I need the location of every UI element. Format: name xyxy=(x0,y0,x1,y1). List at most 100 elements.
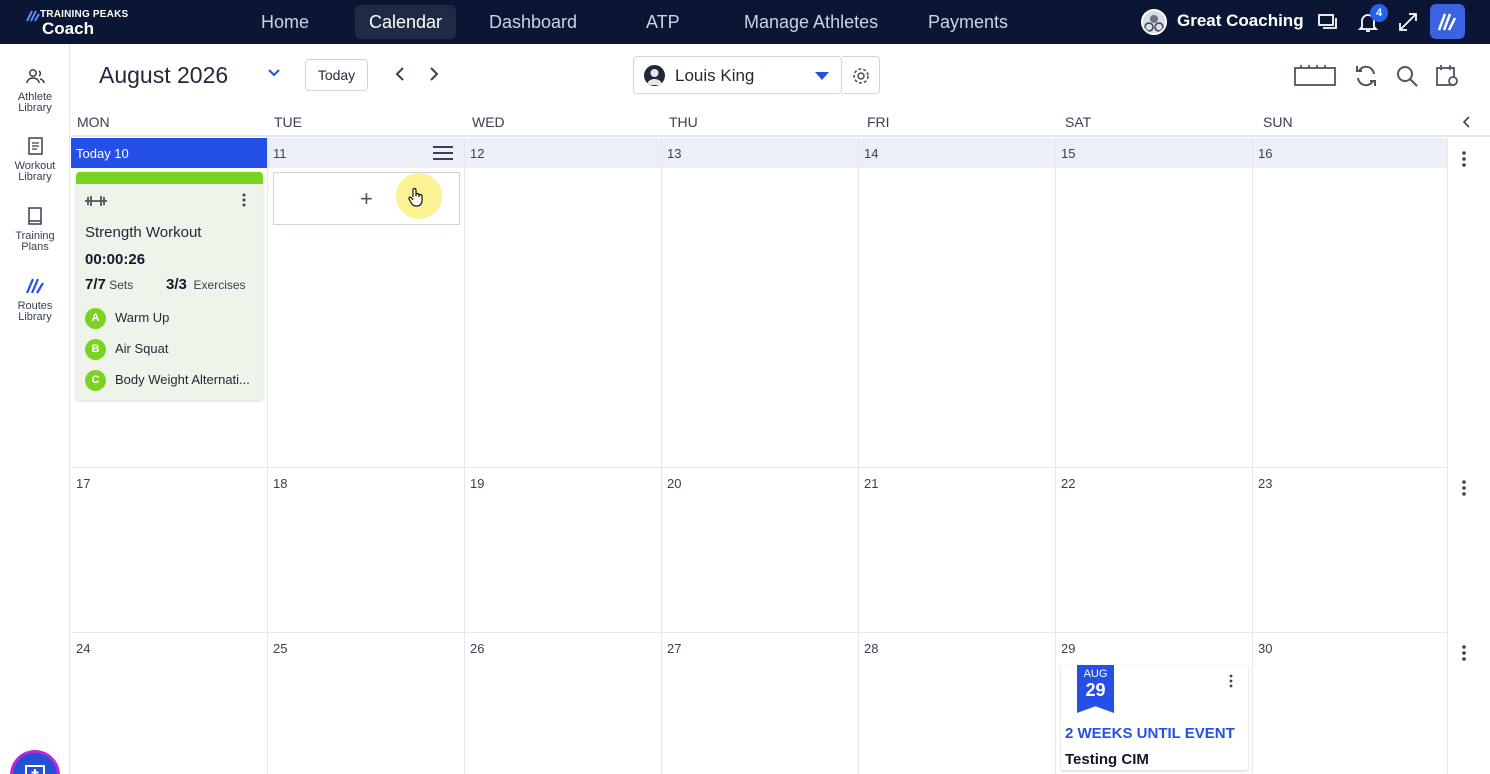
event-name: Testing CIM xyxy=(1065,751,1149,768)
chat-icon xyxy=(25,765,45,774)
sidebar-item-routes-library[interactable]: Routes Library xyxy=(0,275,70,323)
day-number: 22 xyxy=(1061,476,1076,491)
routes-icon xyxy=(25,278,44,294)
sidebar-item-training-plans[interactable]: Training Plans xyxy=(0,205,70,253)
weekday-label: MON xyxy=(77,114,110,130)
trainingpeaks-logo[interactable]: TRAINING PEAKS Coach xyxy=(26,8,146,38)
day-number: 24 xyxy=(76,641,91,656)
workout-duration: 00:00:26 xyxy=(85,251,146,268)
day-cell[interactable]: 28 xyxy=(859,633,1056,774)
day-cell[interactable]: 15 xyxy=(1056,138,1253,467)
event-card[interactable]: AUG 29 2 WEEKS UNTIL EVENT Testing CIM xyxy=(1061,665,1248,770)
next-week-icon[interactable] xyxy=(424,64,444,84)
weekday-label: SUN xyxy=(1263,114,1293,130)
workout-card[interactable]: Strength Workout 00:00:26 7/7 Sets 3/3 E… xyxy=(76,172,263,400)
day-cell[interactable]: 12 xyxy=(465,138,662,467)
day-cell[interactable]: 27 xyxy=(662,633,859,774)
trainingpeaks-mark-icon xyxy=(26,10,40,22)
calendar-week: Today 10 Strength Workout 00:00:26 7/7 S… xyxy=(71,138,1448,468)
coach-account-name[interactable]: Great Coaching xyxy=(1177,11,1304,31)
day-number: 12 xyxy=(470,146,485,161)
sidebar-item-athlete-library[interactable]: Athlete Library xyxy=(0,66,70,114)
chevron-down-icon[interactable] xyxy=(265,64,283,82)
day-number: 11 xyxy=(273,146,287,161)
day-cell[interactable]: 20 xyxy=(662,468,859,632)
strength-dumbbell-icon xyxy=(85,196,107,206)
nav-manage-athletes[interactable]: Manage Athletes xyxy=(730,5,892,39)
exercise-item: A Warm Up xyxy=(85,308,169,329)
day-cell[interactable]: 14 xyxy=(859,138,1056,467)
workout-library-icon xyxy=(28,137,43,155)
nav-atp[interactable]: ATP xyxy=(632,5,694,39)
day-menu-icon[interactable] xyxy=(432,145,454,161)
weekday-label: WED xyxy=(472,114,505,130)
nav-dashboard[interactable]: Dashboard xyxy=(475,5,591,39)
athlete-avatar xyxy=(644,65,665,86)
day-number: 17 xyxy=(76,476,91,491)
day-cell[interactable]: 18 xyxy=(268,468,465,632)
day-number: 18 xyxy=(273,476,288,491)
nav-payments[interactable]: Payments xyxy=(914,5,1022,39)
messages-icon[interactable] xyxy=(1316,10,1340,34)
refresh-icon[interactable] xyxy=(1352,62,1380,90)
day-cell[interactable]: 23 xyxy=(1253,468,1448,632)
week-options-icon[interactable] xyxy=(1454,643,1474,663)
hand-pointer-cursor-icon xyxy=(408,187,423,207)
day-number: 30 xyxy=(1258,641,1273,656)
day-number: 15 xyxy=(1061,146,1076,161)
nav-home[interactable]: Home xyxy=(247,5,323,39)
day-number: 21 xyxy=(864,476,879,491)
more-options-icon[interactable] xyxy=(238,192,250,208)
day-cell[interactable]: 22 xyxy=(1056,468,1253,632)
more-options-icon[interactable] xyxy=(1225,673,1237,689)
weekday-label: TUE xyxy=(274,114,302,130)
weekday-label: FRI xyxy=(867,114,890,130)
collapse-panel-icon[interactable] xyxy=(1459,114,1475,130)
day-cell[interactable]: 11 + xyxy=(268,138,465,467)
day-cell[interactable]: 21 xyxy=(859,468,1056,632)
previous-week-icon[interactable] xyxy=(390,64,410,84)
workout-status-bar xyxy=(76,172,263,184)
calendar-week: 17 18 19 20 21 22 23 xyxy=(71,468,1448,633)
day-number: 19 xyxy=(470,476,485,491)
month-title[interactable]: August 2026 xyxy=(99,62,228,89)
day-cell[interactable]: 25 xyxy=(268,633,465,774)
calendar-settings-icon[interactable] xyxy=(1433,62,1461,90)
day-number: 29 xyxy=(1061,641,1076,656)
day-cell[interactable]: 17 xyxy=(71,468,268,632)
day-cell[interactable]: 13 xyxy=(662,138,859,467)
chat-assistant-button[interactable] xyxy=(13,753,57,774)
athlete-selector[interactable]: Louis King xyxy=(633,56,842,94)
product-name: Coach xyxy=(42,19,94,38)
day-cell[interactable]: 24 xyxy=(71,633,268,774)
week-options-icon[interactable] xyxy=(1454,149,1474,169)
sidebar-item-workout-library[interactable]: Workout Library xyxy=(0,135,70,183)
add-workout-button[interactable]: + xyxy=(273,172,460,225)
today-button[interactable]: Today xyxy=(305,59,368,91)
left-sidebar: Athlete Library Workout Library Training… xyxy=(0,44,70,774)
coach-avatar[interactable] xyxy=(1141,9,1167,35)
day-cell[interactable]: 29 AUG 29 2 WEEKS UNTIL EVENT Testing CI… xyxy=(1056,633,1253,774)
app-switcher-button[interactable] xyxy=(1430,4,1465,39)
week-options-icon[interactable] xyxy=(1454,478,1474,498)
athlete-settings-button[interactable] xyxy=(842,56,880,94)
search-icon[interactable] xyxy=(1393,62,1421,90)
athletes-icon xyxy=(26,69,45,84)
expand-icon[interactable] xyxy=(1396,10,1420,34)
weekday-label: SAT xyxy=(1065,114,1092,130)
calendar-toolbar: August 2026 Today Louis King xyxy=(71,44,1490,110)
trainingpeaks-app-icon xyxy=(1437,13,1457,31)
week-view-icon[interactable] xyxy=(1293,62,1337,90)
day-number: 13 xyxy=(667,146,682,161)
day-cell[interactable]: 16 xyxy=(1253,138,1448,467)
calendar-grid: Today 10 Strength Workout 00:00:26 7/7 S… xyxy=(71,138,1448,774)
day-cell[interactable]: 19 xyxy=(465,468,662,632)
weekday-label: THU xyxy=(669,114,698,130)
top-nav: TRAINING PEAKS Coach Home Calendar Dashb… xyxy=(0,0,1490,44)
day-cell[interactable]: 26 xyxy=(465,633,662,774)
day-cell[interactable]: Strength Workout 00:00:26 7/7 Sets 3/3 E… xyxy=(71,138,268,467)
notification-count-badge: 4 xyxy=(1370,4,1388,22)
day-cell[interactable]: 30 xyxy=(1253,633,1448,774)
day-number: 25 xyxy=(273,641,288,656)
nav-calendar[interactable]: Calendar xyxy=(355,5,457,39)
